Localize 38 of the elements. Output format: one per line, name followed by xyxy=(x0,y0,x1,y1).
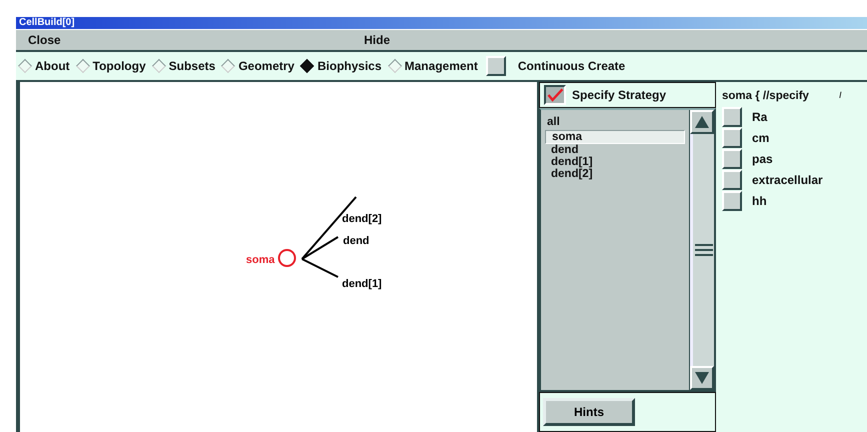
list-item[interactable]: dend[1] xyxy=(545,156,685,168)
toggle-button[interactable] xyxy=(722,170,742,190)
checkbox[interactable] xyxy=(544,85,566,105)
menu-item[interactable]: Close xyxy=(16,33,352,47)
toggle-button[interactable] xyxy=(722,190,742,210)
scrollbar[interactable] xyxy=(689,110,714,390)
radio-tab[interactable]: Subsets xyxy=(154,59,216,73)
mechanism-label: hh xyxy=(752,194,767,208)
section-label: dend[2] xyxy=(342,213,382,225)
scroll-thumb-icon[interactable] xyxy=(694,244,712,256)
toggle-button[interactable] xyxy=(722,148,742,168)
radio-tab[interactable]: Geometry xyxy=(223,59,294,73)
toggle-button[interactable] xyxy=(722,106,742,126)
list-item[interactable]: dend xyxy=(545,144,685,156)
hints-button[interactable]: Hints xyxy=(543,398,635,426)
list-item[interactable]: soma xyxy=(545,130,685,144)
checkbox-label: Specify Strategy xyxy=(572,88,666,102)
toggle-button[interactable] xyxy=(486,56,506,76)
mechanism-label: cm xyxy=(752,130,770,144)
radio-tab[interactable]: Management xyxy=(390,59,478,73)
section-label: dend[1] xyxy=(342,278,382,290)
soma-circle xyxy=(278,249,296,267)
mechanism-label: pas xyxy=(752,152,773,166)
mechanism-label: Ra xyxy=(752,110,768,124)
mechanism-label: extracellular xyxy=(752,172,823,186)
specify-header: soma { //specify xyxy=(722,90,809,102)
window-title: CellBuild[0] xyxy=(19,17,75,28)
menu-item[interactable]: Hide xyxy=(352,33,688,47)
section-label: dend xyxy=(343,235,370,247)
toggle-button[interactable] xyxy=(722,128,742,148)
radio-tab[interactable]: Topology xyxy=(78,59,146,73)
list-item[interactable]: all xyxy=(545,116,685,128)
radio-tab[interactable]: Biophysics xyxy=(302,59,382,73)
list-item[interactable]: dend[2] xyxy=(545,168,685,180)
section-label: soma xyxy=(246,254,275,266)
header-mark: I xyxy=(838,90,842,102)
radio-tab[interactable]: About xyxy=(20,59,70,73)
toggle-label: Continuous Create xyxy=(518,59,626,73)
